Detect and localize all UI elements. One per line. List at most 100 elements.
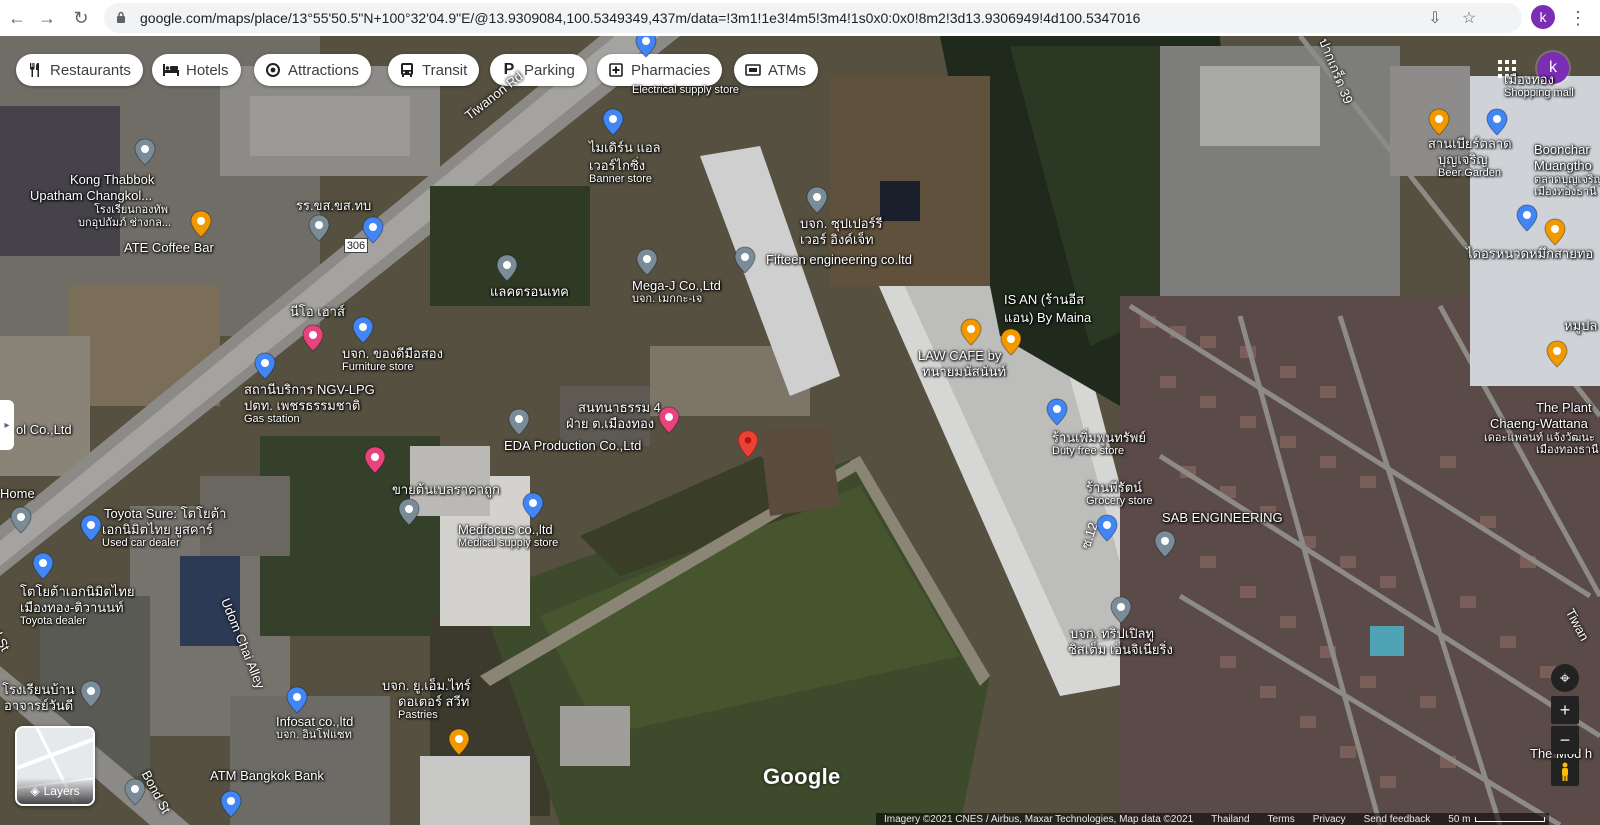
footer-link-terms[interactable]: Terms <box>1268 814 1295 825</box>
place-label[interactable]: โตโยต้าเอกนิมิตไทย <box>20 584 135 599</box>
store-pin-icon[interactable] <box>32 552 54 580</box>
pegman-icon[interactable] <box>1551 758 1579 786</box>
place-label[interactable]: หมูปล <box>1564 318 1597 333</box>
chip-atms[interactable]: ATMs <box>734 54 819 86</box>
gas-pin-icon[interactable] <box>254 352 276 380</box>
place-label[interactable]: ฝ่าย ต.เมืองทอง <box>566 416 654 431</box>
place-label[interactable]: Boonchar <box>1534 142 1590 157</box>
forward-arrow-icon[interactable]: → <box>34 5 60 31</box>
atm-pin-icon[interactable] <box>220 790 242 818</box>
place-label[interactable]: เมืองทอง-ติวานนท์ Toyota dealer <box>20 600 124 628</box>
place-label[interactable]: โรงเรียนกองทัพ <box>94 204 168 217</box>
address-bar[interactable]: google.com/maps/place/13°55'50.5"N+100°3… <box>104 3 1522 33</box>
place-pin-icon[interactable] <box>124 778 146 806</box>
satellite-map[interactable]: Restaurants Hotels Attractions Transit P… <box>0 36 1600 825</box>
place-pin-icon[interactable] <box>1110 596 1132 624</box>
chip-pharmacies[interactable]: Pharmacies <box>597 54 723 86</box>
store-pin-icon[interactable] <box>1046 398 1068 426</box>
place-label[interactable]: ร้านเพิ่มพูนทรัพย์ Duty free store <box>1052 430 1146 458</box>
place-label[interactable]: IS AN (ร้านอีส <box>1004 292 1084 307</box>
zoom-out-button[interactable]: − <box>1551 726 1579 754</box>
place-pin-icon[interactable] <box>734 246 756 274</box>
place-label[interactable]: สนทนาธรรม 4 <box>578 400 661 415</box>
place-pin-icon[interactable] <box>496 254 518 282</box>
place-label[interactable]: บจก. ยู.เอ็ม.ไทร์ <box>382 678 471 693</box>
place-label[interactable]: Medfocus co.,ltd Medical supply store <box>458 522 558 550</box>
store-pin-icon[interactable] <box>286 686 308 714</box>
store-pin-icon[interactable] <box>352 316 374 344</box>
place-label[interactable]: สถานีบริการ NGV-LPG <box>244 382 375 397</box>
restaurant-pin-icon[interactable] <box>1428 108 1450 136</box>
footer-link-send-feedback[interactable]: Send feedback <box>1364 814 1431 825</box>
cafe-pin-icon[interactable] <box>960 318 982 346</box>
restaurant-pin-icon[interactable] <box>1000 328 1022 356</box>
bookmark-star-icon[interactable]: ☆ <box>1459 9 1479 29</box>
place-label[interactable]: เมืองทองธานี <box>1536 444 1599 457</box>
place-label[interactable]: Home <box>0 486 35 501</box>
place-label[interactable]: ol Co.,Ltd <box>16 422 72 437</box>
place-label[interactable]: Mega-J Co.,Ltd บจก. เมกกะ-เจ <box>632 278 721 306</box>
chip-hotels[interactable]: Hotels <box>152 54 241 86</box>
browser-menu-icon[interactable]: ⋮ <box>1568 6 1588 30</box>
install-app-icon[interactable]: ⇩ <box>1425 9 1445 29</box>
url-text[interactable]: google.com/maps/place/13°55'50.5"N+100°3… <box>140 10 1140 26</box>
selected-location-marker[interactable] <box>737 430 765 468</box>
place-label[interactable]: ร้านพีรัตน์ Grocery store <box>1086 480 1153 508</box>
hotel-pin-icon[interactable] <box>364 446 386 474</box>
lock-icon[interactable] <box>116 11 126 24</box>
place-label[interactable]: นีโอ เฮาส์ <box>290 304 345 319</box>
place-label[interactable]: บกอุปถัมภ์ ช่างกล... <box>78 217 171 230</box>
place-label[interactable]: บจก. ซุปเปอร์รี <box>800 216 883 231</box>
bus-pin-icon[interactable] <box>362 216 384 244</box>
place-label[interactable]: รร.ขส.ขส.ทบ <box>296 198 371 213</box>
school-pin-icon[interactable] <box>134 138 156 166</box>
place-label[interactable]: ATM Bangkok Bank <box>210 768 324 783</box>
place-label[interactable]: Upatham Changkol... <box>30 188 152 203</box>
layers-toggle[interactable]: ◈ Layers <box>15 726 95 806</box>
hotel-pin-icon[interactable] <box>658 406 680 434</box>
place-label[interactable]: ดอเตอร์ สวีท Pastries <box>398 694 469 722</box>
place-label[interactable]: Fifteen engineering co.ltd <box>766 252 912 267</box>
place-label[interactable]: แลคตรอนเทค <box>490 284 569 299</box>
chip-attractions[interactable]: Attractions <box>254 54 371 86</box>
place-label[interactable]: สานเบียร์ตลาด <box>1428 136 1512 151</box>
store-pin-icon[interactable] <box>602 108 624 136</box>
place-label[interactable]: เวอร์ อิงค์เจ็ท <box>800 232 874 247</box>
place-label[interactable]: ซิสเต็ม เอ็นจิเนียริ่ง <box>1068 642 1173 657</box>
hotel-pin-icon[interactable] <box>302 324 324 352</box>
place-label[interactable]: เมืองทองธานี <box>1534 186 1597 199</box>
profile-avatar[interactable]: k <box>1531 5 1555 29</box>
home-pin-icon[interactable] <box>10 506 32 534</box>
place-label[interactable]: Kong Thabbok <box>70 172 154 187</box>
store-pin-icon[interactable] <box>522 492 544 520</box>
place-label[interactable]: เอกนิมิตไทย ยูสคาร์ Used car dealer <box>102 522 213 550</box>
place-pin-icon[interactable] <box>806 186 828 214</box>
my-location-icon[interactable]: ⌖ <box>1551 664 1579 692</box>
place-pin-icon[interactable] <box>398 498 420 526</box>
place-label[interactable]: Electrical supply store <box>632 84 739 97</box>
place-label[interactable]: EDA Production Co.,Ltd <box>504 438 641 453</box>
place-label[interactable]: Toyota Sure: โตโยต้า <box>104 506 226 521</box>
place-label[interactable]: บจก. ทริปเปิลทู <box>1070 626 1154 641</box>
place-label[interactable]: ปตท. เพชรธรรมชาติ Gas station <box>244 398 360 426</box>
place-label[interactable]: แอน) By Maina <box>1004 310 1091 325</box>
place-label[interactable]: Chaeng-Wattana <box>1490 416 1588 431</box>
chip-transit[interactable]: Transit <box>388 54 480 86</box>
place-label[interactable]: ขายต้นเบลราคาถูก <box>392 482 500 497</box>
back-arrow-icon[interactable]: ← <box>4 5 30 31</box>
place-label[interactable]: The Plant <box>1536 400 1592 415</box>
footer-link-privacy[interactable]: Privacy <box>1313 814 1346 825</box>
place-label[interactable]: เวอร์ไกซิ่ง Banner store <box>589 158 652 186</box>
place-label[interactable]: SAB ENGINEERING <box>1162 510 1283 525</box>
chip-restaurants[interactable]: Restaurants <box>16 54 143 86</box>
place-label[interactable]: ไดอรหนวดหมึกสายทอ <box>1466 246 1593 261</box>
school-pin-icon[interactable] <box>80 680 102 708</box>
place-label[interactable]: ATE Coffee Bar <box>124 240 214 255</box>
place-label[interactable]: เมืองทอง Shopping mall <box>1504 72 1574 100</box>
store-pin-icon[interactable] <box>635 36 657 58</box>
pastry-pin-icon[interactable] <box>448 728 470 756</box>
place-label[interactable]: อาจารย์วันดี <box>4 698 73 713</box>
expand-panel-icon[interactable]: ▸ <box>0 400 14 450</box>
footer-link-thailand[interactable]: Thailand <box>1211 814 1249 825</box>
place-label[interactable]: ทนายมนัสนันท์ <box>922 364 1006 379</box>
